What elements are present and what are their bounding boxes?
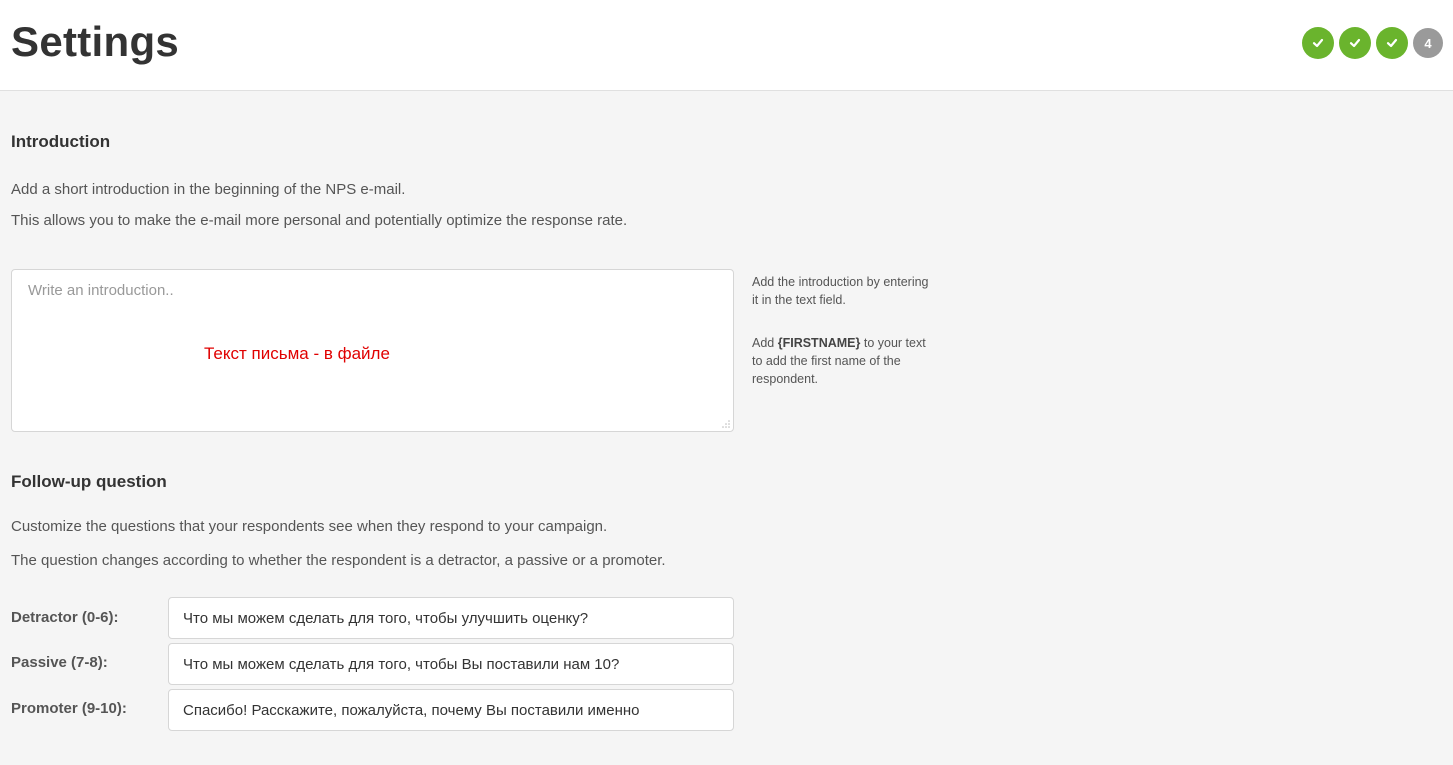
introduction-hint: Add the introduction by entering it in t… xyxy=(752,273,972,309)
hint-suffix: to your text xyxy=(860,336,926,350)
followup-description-1: Customize the questions that your respon… xyxy=(11,518,608,535)
step-3-complete[interactable] xyxy=(1376,27,1408,59)
passive-label: Passive (7-8): xyxy=(11,654,108,671)
introduction-placeholder: Write an introduction.. xyxy=(28,282,174,299)
followup-description-2: The question changes according to whethe… xyxy=(11,552,666,569)
hint-line-2: it in the text field. xyxy=(752,293,846,307)
step-1-complete[interactable] xyxy=(1302,27,1334,59)
step-2-complete[interactable] xyxy=(1339,27,1371,59)
check-icon xyxy=(1312,38,1324,48)
page-title: Settings xyxy=(11,18,180,65)
promoter-label: Promoter (9-10): xyxy=(11,700,127,717)
hint-line-1: Add the introduction by entering xyxy=(752,275,929,289)
hint-prefix: Add xyxy=(752,336,778,350)
introduction-overlay-note: Текст письма - в файле xyxy=(204,344,390,363)
progress-steps: 4 xyxy=(1302,27,1443,59)
hint-line-5: respondent. xyxy=(752,372,819,386)
check-icon xyxy=(1386,38,1398,48)
passive-question-input[interactable]: Что мы можем сделать для того, чтобы Вы … xyxy=(168,643,734,685)
firstname-token: {FIRSTNAME} xyxy=(777,336,861,350)
introduction-description-1: Add a short introduction in the beginnin… xyxy=(11,181,406,198)
introduction-description-2: This allows you to make the e-mail more … xyxy=(11,212,628,229)
resize-grip-icon[interactable] xyxy=(722,420,730,428)
detractor-label: Detractor (0-6): xyxy=(11,609,119,626)
introduction-heading: Introduction xyxy=(11,132,111,151)
step-4-current[interactable]: 4 xyxy=(1413,28,1443,58)
promoter-question-input[interactable]: Спасибо! Расскажите, пожалуйста, почему … xyxy=(168,689,734,731)
firstname-hint: Add {FIRSTNAME} to your text to add the … xyxy=(752,334,972,388)
hint-line-4: to add the first name of the xyxy=(752,354,901,368)
introduction-textarea[interactable]: Write an introduction.. Текст письма - в… xyxy=(11,269,734,432)
hint-line-3: Add {FIRSTNAME} to your text xyxy=(752,334,972,352)
followup-heading: Follow-up question xyxy=(11,472,167,491)
detractor-question-input[interactable]: Что мы можем сделать для того, чтобы улу… xyxy=(168,597,734,639)
check-icon xyxy=(1349,38,1361,48)
page-header: Settings 4 xyxy=(0,0,1453,91)
